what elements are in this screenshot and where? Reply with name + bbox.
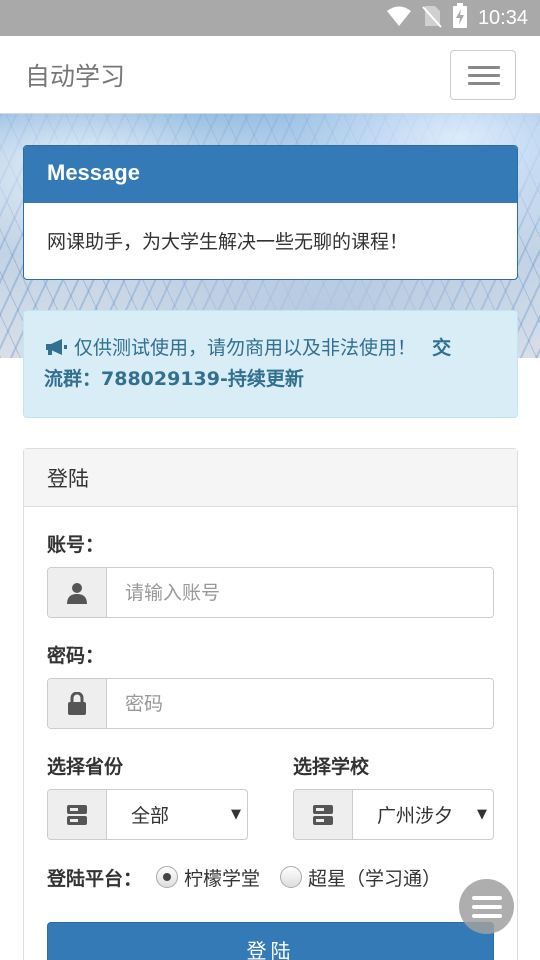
message-card: Message 网课助手，为大学生解决一些无聊的课程！ bbox=[23, 145, 518, 280]
notice-group-line2: 流群：788029139-持续更新 bbox=[44, 368, 304, 390]
platform-radio-group: 登陆平台： 柠檬学堂 超星（学习通） bbox=[47, 862, 441, 892]
password-input[interactable] bbox=[107, 679, 493, 728]
account-label: 账号： bbox=[47, 534, 105, 556]
hamburger-icon-bar bbox=[468, 82, 500, 85]
school-select-value: 广州涉夕 bbox=[377, 805, 454, 827]
login-panel-heading: 登陆 bbox=[24, 449, 517, 507]
password-input-group bbox=[47, 678, 494, 729]
navbar-toggle-button[interactable] bbox=[450, 50, 516, 100]
platform-label: 登陆平台： bbox=[47, 867, 143, 890]
province-label: 选择省份 bbox=[47, 756, 124, 778]
server-icon bbox=[48, 790, 107, 839]
server-icon bbox=[294, 790, 353, 839]
user-icon bbox=[48, 568, 107, 617]
province-select[interactable]: 全部 ▼ bbox=[107, 790, 247, 839]
school-select-group: 广州涉夕 ▼ bbox=[293, 789, 494, 840]
navbar: 自动学习 bbox=[0, 36, 540, 114]
platform-radio-ningmeng[interactable] bbox=[156, 866, 179, 888]
notice-text: 仅供测试使用，请勿商用以及非法使用！ bbox=[74, 337, 417, 359]
platform-option-chaoxing[interactable]: 超星（学习通） bbox=[308, 864, 441, 891]
no-sim-icon bbox=[422, 4, 442, 32]
hamburger-icon bbox=[468, 66, 500, 69]
password-label: 密码： bbox=[47, 645, 105, 667]
status-bar: 10:34 bbox=[0, 0, 540, 36]
platform-option-ningmeng[interactable]: 柠檬学堂 bbox=[184, 864, 260, 891]
lock-icon bbox=[48, 679, 107, 728]
hamburger-icon-bar bbox=[468, 74, 500, 77]
notice-group-line1: 交 bbox=[432, 337, 452, 359]
brand-title[interactable]: 自动学习 bbox=[25, 57, 125, 93]
menu-icon bbox=[471, 895, 502, 918]
wifi-icon bbox=[386, 5, 412, 31]
school-label: 选择学校 bbox=[293, 756, 370, 778]
dropdown-caret-icon: ▼ bbox=[477, 807, 487, 822]
dropdown-caret-icon: ▼ bbox=[231, 807, 241, 822]
platform-radio-chaoxing[interactable] bbox=[280, 866, 303, 888]
school-select[interactable]: 广州涉夕 ▼ bbox=[353, 790, 493, 839]
status-time: 10:34 bbox=[477, 6, 528, 29]
message-body: 网课助手，为大学生解决一些无聊的课程！ bbox=[47, 231, 409, 253]
floating-menu-button[interactable] bbox=[459, 879, 514, 934]
notice-alert: 仅供测试使用，请勿商用以及非法使用！ 交 流群：788029139-持续更新 bbox=[23, 310, 518, 418]
province-select-group: 全部 ▼ bbox=[47, 789, 248, 840]
bullhorn-icon bbox=[44, 337, 74, 359]
status-icons: 10:34 bbox=[386, 0, 528, 36]
login-submit-button[interactable]: 登陆 bbox=[47, 922, 494, 960]
account-input[interactable] bbox=[107, 568, 493, 617]
message-title: Message bbox=[24, 146, 517, 203]
province-select-value: 全部 bbox=[131, 805, 170, 827]
account-input-group bbox=[47, 567, 494, 618]
battery-charging-icon bbox=[452, 3, 468, 33]
